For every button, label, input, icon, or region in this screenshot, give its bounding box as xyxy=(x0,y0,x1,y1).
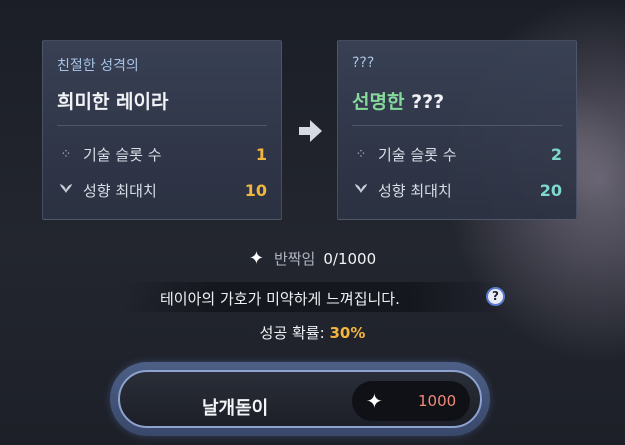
card-divider xyxy=(352,125,562,126)
card-title: 희미한 레이라 xyxy=(57,91,169,113)
stat-label: 기술 슬롯 수 xyxy=(83,145,162,164)
card-title-accent: 선명한 xyxy=(352,91,405,113)
sparkle-count: 0/1000 xyxy=(323,249,377,268)
success-label: 성공 확률: xyxy=(259,324,325,342)
cost-pill: ✦ 1000 xyxy=(352,381,470,421)
card-title-rest: ??? xyxy=(411,91,445,113)
sparkle-dots-icon: ⁘ xyxy=(355,146,367,162)
sparkle-label: 반짝임 xyxy=(273,250,316,268)
leaf-icon xyxy=(57,182,75,198)
success-value: 30% xyxy=(329,324,366,342)
stat-tendency-max: 성향 최대치 10 xyxy=(57,179,267,201)
stat-value: 20 xyxy=(539,180,562,200)
evolve-button-label: 날개돋이 xyxy=(202,398,269,419)
next-spirit-card: ??? 선명한 ??? ⁘ 기술 슬롯 수 2 성향 최대치 20 xyxy=(337,40,577,220)
success-rate: 성공 확률: 30% xyxy=(0,322,625,343)
stat-skill-slots: ⁘ 기술 슬롯 수 2 xyxy=(352,143,562,165)
stat-label: 성향 최대치 xyxy=(378,181,452,200)
blessing-text: 테이아의 가호가 미약하게 느껴집니다. xyxy=(160,290,400,308)
leaf-icon xyxy=(352,182,370,198)
sparkle-resource: ✦ 반짝임 0/1000 xyxy=(0,248,625,269)
evolve-button-face[interactable]: 날개돋이 ✦ 1000 xyxy=(118,370,482,428)
sparkle-dots-icon: ⁘ xyxy=(60,146,72,162)
card-subtitle: ??? xyxy=(352,55,375,71)
card-title: 선명한 ??? xyxy=(352,87,444,114)
help-icon[interactable]: ? xyxy=(486,287,505,306)
stat-label: 성향 최대치 xyxy=(83,181,157,200)
stat-value: 1 xyxy=(255,144,267,164)
sparkle-icon: ✦ xyxy=(248,248,264,269)
arrow-right-icon xyxy=(295,116,325,146)
stat-skill-slots: ⁘ 기술 슬롯 수 1 xyxy=(57,143,267,165)
cost-value: 1000 xyxy=(418,392,457,410)
evolve-button[interactable]: 날개돋이 ✦ 1000 xyxy=(110,362,490,436)
sparkle-icon: ✦ xyxy=(366,389,383,413)
current-spirit-card: 친절한 성격의 희미한 레이라 ⁘ 기술 슬롯 수 1 성향 최대치 10 xyxy=(42,40,282,220)
card-divider xyxy=(57,125,267,126)
stat-label: 기술 슬롯 수 xyxy=(378,145,457,164)
stat-value: 2 xyxy=(550,144,562,164)
stat-value: 10 xyxy=(244,180,267,200)
stat-tendency-max: 성향 최대치 20 xyxy=(352,179,562,201)
card-subtitle: 친절한 성격의 xyxy=(57,58,139,74)
